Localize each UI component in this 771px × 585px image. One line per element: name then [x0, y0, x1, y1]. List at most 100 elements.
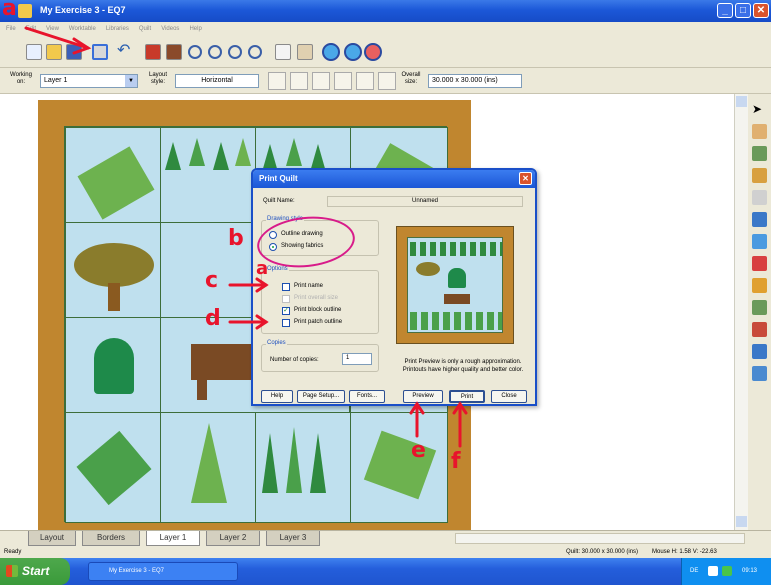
menu-worktable[interactable]: Worktable: [69, 26, 96, 32]
overall-size-field: 30.000 x 30.000 (ins): [428, 74, 522, 88]
window-titlebar: My Exercise 3 - EQ7 _ □ ✕: [0, 0, 771, 22]
overall-size-label: Overall size:: [401, 72, 421, 85]
preview-button[interactable]: Preview: [403, 390, 443, 403]
color-icon[interactable]: [752, 278, 767, 293]
open-folder-icon[interactable]: [46, 44, 62, 60]
dialog-close-icon[interactable]: ✕: [519, 172, 532, 185]
menu-quilt[interactable]: Quilt: [139, 26, 151, 32]
dialog-close-button[interactable]: Close: [491, 390, 527, 403]
paintbrush-icon[interactable]: [752, 168, 767, 183]
brush-tool-4-icon[interactable]: [334, 72, 352, 90]
record-icon[interactable]: [364, 43, 382, 61]
sketchbook-icon[interactable]: [322, 43, 340, 61]
print-icon[interactable]: [92, 44, 108, 60]
tab-layer-2[interactable]: Layer 2: [206, 531, 260, 546]
language-indicator[interactable]: DE: [690, 568, 698, 574]
start-button[interactable]: Start: [0, 558, 70, 585]
windows-taskbar: Start My Exercise 3 - EQ7 DE 09:13: [0, 558, 771, 585]
scroll-down-icon[interactable]: [736, 516, 747, 527]
fill-icon[interactable]: [752, 256, 767, 271]
print-button[interactable]: Print: [449, 390, 485, 403]
page-setup-button[interactable]: Page Setup...: [297, 390, 345, 403]
eraser-icon[interactable]: [752, 366, 767, 381]
system-tray: DE 09:13: [681, 558, 771, 585]
rotate-icon[interactable]: [752, 322, 767, 337]
taskbar-item[interactable]: My Exercise 3 - EQ7: [88, 562, 238, 581]
tree-block: [160, 127, 256, 223]
menu-help[interactable]: Help: [189, 26, 201, 32]
swap-icon[interactable]: [752, 234, 767, 249]
window-title: My Exercise 3 - EQ7: [40, 5, 126, 15]
taskbar-item-label: My Exercise 3 - EQ7: [109, 568, 165, 574]
status-quilt-size: Quilt: 30.000 x 30.000 (ins): [566, 549, 639, 555]
print-patch-outline-checkbox[interactable]: [282, 319, 290, 327]
maximize-button[interactable]: □: [735, 3, 751, 18]
close-button[interactable]: ✕: [753, 3, 769, 18]
zoom-in-icon[interactable]: [188, 45, 202, 59]
volume-icon[interactable]: [708, 566, 718, 576]
minimize-button[interactable]: _: [717, 3, 733, 18]
tall-tree-block: [160, 412, 256, 523]
green-tree-block: [65, 317, 161, 413]
horizontal-scrollbar[interactable]: [455, 533, 745, 544]
options-title: Options: [266, 266, 289, 272]
network-icon[interactable]: [722, 566, 732, 576]
right-toolbar: ➤: [748, 94, 771, 530]
print-preview: [396, 226, 514, 344]
save-icon[interactable]: [66, 44, 82, 60]
undo-icon[interactable]: ↶: [117, 43, 133, 60]
zoom-out-icon[interactable]: [208, 45, 222, 59]
annotation-c: c: [205, 268, 219, 293]
annotation-d: d: [205, 306, 221, 331]
menu-edit[interactable]: Edit: [26, 26, 36, 32]
fabric-icon[interactable]: [752, 146, 767, 161]
help-button[interactable]: Help: [261, 390, 293, 403]
tab-layer-3[interactable]: Layer 3: [266, 531, 320, 546]
eyedropper-icon[interactable]: [752, 300, 767, 315]
tree-block: [255, 412, 351, 523]
zoom-page-icon[interactable]: [248, 45, 262, 59]
pencil-icon[interactable]: [752, 124, 767, 139]
brush-tool-1-icon[interactable]: [268, 72, 286, 90]
tab-borders[interactable]: Borders: [82, 531, 140, 546]
menu-file[interactable]: File: [6, 26, 16, 32]
tab-layer-1[interactable]: Layer 1: [146, 531, 200, 546]
grid-tool-icon[interactable]: [378, 72, 396, 90]
app-logo-icon: [18, 4, 32, 18]
menu-bar: File Edit View Worktable Libraries Quilt…: [0, 22, 771, 36]
working-on-select[interactable]: Layer 1 ▼: [40, 74, 138, 88]
menu-view[interactable]: View: [46, 26, 59, 32]
print-preview-quilt: [407, 237, 503, 333]
print-block-outline-checkbox[interactable]: ✓: [282, 307, 290, 315]
working-on-label: Working on:: [10, 72, 32, 85]
vertical-scrollbar[interactable]: [734, 94, 748, 530]
fonts-button[interactable]: Fonts...: [349, 390, 385, 403]
fit-to-window-icon[interactable]: [275, 44, 291, 60]
library-icon[interactable]: [344, 43, 362, 61]
block-worktable-icon[interactable]: [166, 44, 182, 60]
brush-tool-3-icon[interactable]: [312, 72, 330, 90]
refresh-icon[interactable]: [297, 44, 313, 60]
status-mouse: Mouse H: 1.58 V: -22.63: [652, 549, 717, 555]
options-group: Options Print name Print overall size ✓ …: [261, 266, 379, 334]
copies-input[interactable]: 1: [342, 353, 372, 365]
tab-layout[interactable]: Layout: [28, 531, 76, 546]
quilt-name-label: Quilt Name:: [263, 198, 295, 204]
brush-tool-2-icon[interactable]: [290, 72, 308, 90]
scroll-up-icon[interactable]: [736, 96, 747, 107]
print-block-outline-label: Print block outline: [294, 307, 342, 313]
layer-icon[interactable]: [752, 344, 767, 359]
round-tree-block: [65, 222, 161, 318]
zoom-fit-icon[interactable]: [228, 45, 242, 59]
menu-videos[interactable]: Videos: [161, 26, 179, 32]
preview-note: Print Preview is only a rough approximat…: [402, 359, 524, 373]
leaf-block: [350, 412, 448, 523]
menu-libraries[interactable]: Libraries: [106, 26, 129, 32]
new-file-icon[interactable]: [26, 44, 42, 60]
grid-icon[interactable]: [752, 190, 767, 205]
quilt-worktable-icon[interactable]: [145, 44, 161, 60]
spray-icon[interactable]: [752, 212, 767, 227]
pointer-icon[interactable]: ➤: [752, 102, 767, 117]
brush-tool-5-icon[interactable]: [356, 72, 374, 90]
print-name-checkbox[interactable]: [282, 283, 290, 291]
